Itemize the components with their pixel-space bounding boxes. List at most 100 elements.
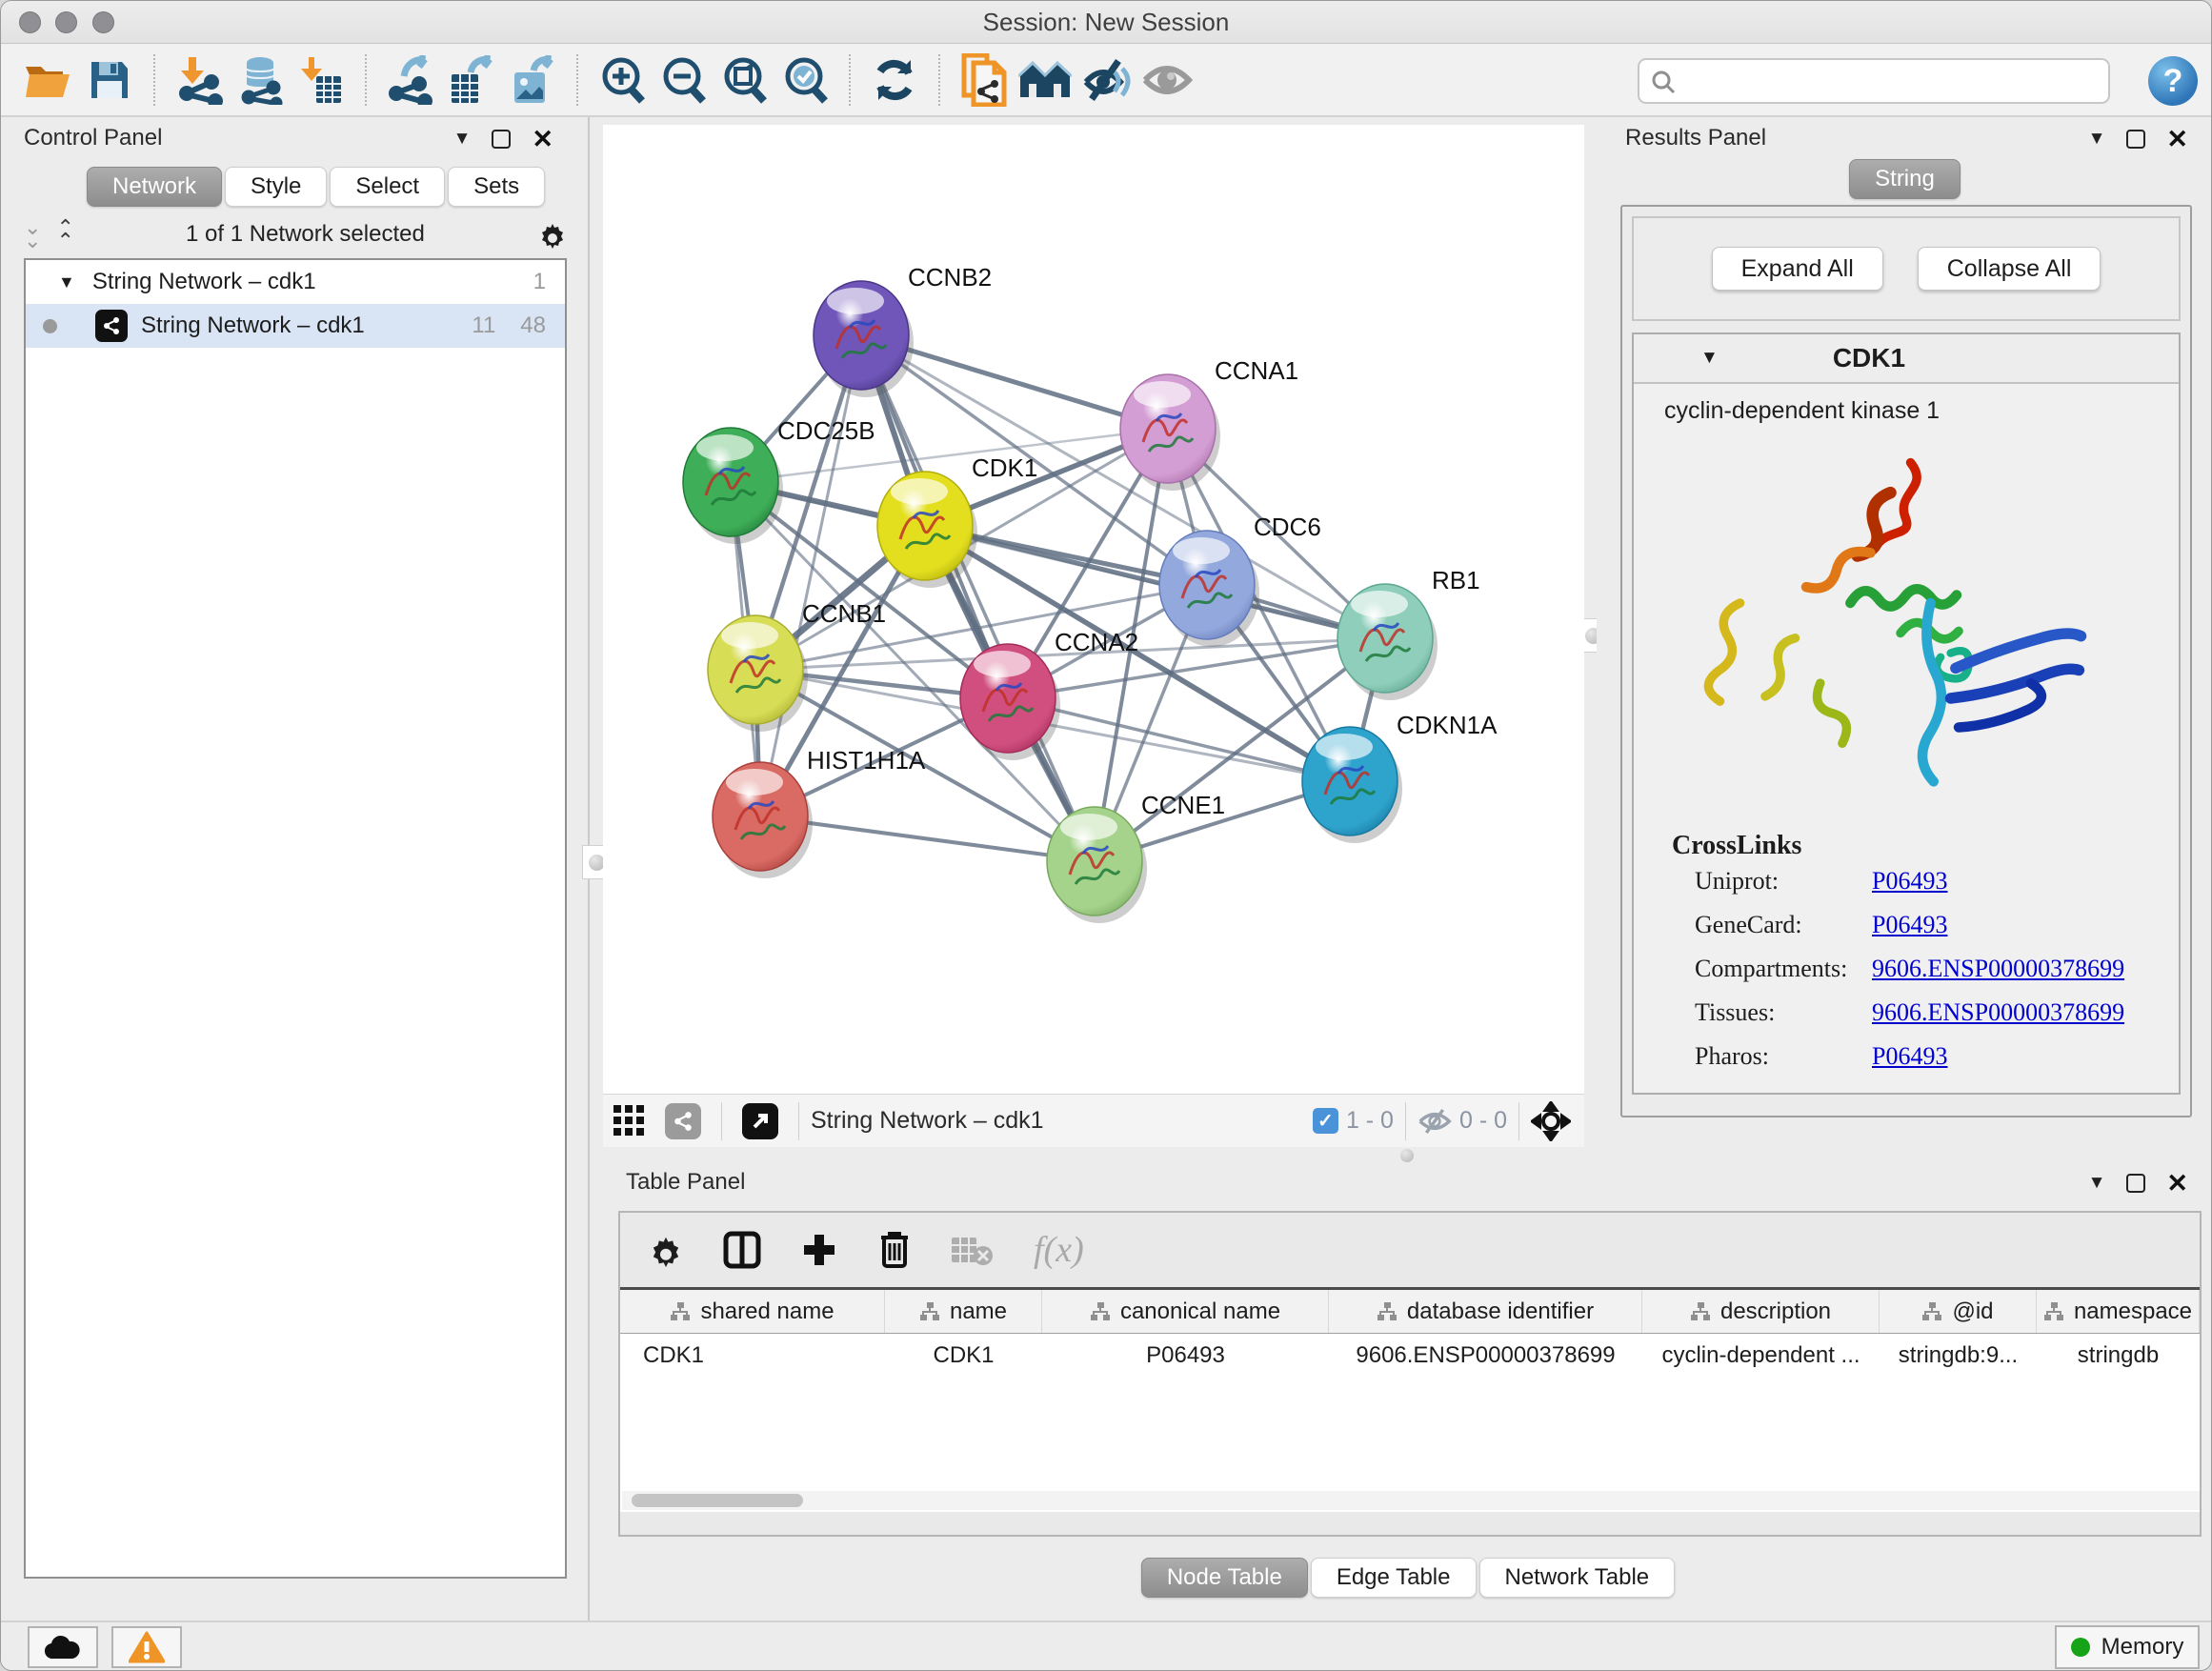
table-row[interactable]: CDK1CDK1P064939606.ENSP00000378699cyclin… — [620, 1334, 2200, 1378]
column-header-shared-name[interactable]: shared name — [620, 1290, 885, 1333]
node-CCNA1[interactable]: CCNA1 — [1120, 356, 1298, 491]
export-network-button[interactable] — [380, 50, 441, 111]
table-cell[interactable]: CDK1 — [620, 1334, 885, 1378]
network-collection-row[interactable]: ▼ String Network – cdk1 1 — [26, 260, 565, 304]
scrollbar-thumb[interactable] — [632, 1494, 803, 1507]
zoom-selected-button[interactable] — [774, 50, 835, 111]
tab-network[interactable]: Network — [87, 167, 222, 207]
panel-close-icon[interactable]: ✕ — [532, 130, 553, 149]
gear-icon[interactable] — [538, 220, 567, 249]
import-table-button[interactable] — [291, 50, 352, 111]
expand-all-icon[interactable]: ⌃⌃ — [56, 221, 71, 248]
warning-status-button[interactable] — [111, 1626, 182, 1668]
hidden-eye-icon[interactable] — [1418, 1108, 1452, 1135]
crosslink-link[interactable]: P06493 — [1872, 911, 1947, 939]
zoom-in-button[interactable] — [592, 50, 653, 111]
crosslink-link[interactable]: P06493 — [1872, 867, 1947, 896]
panel-float-icon[interactable] — [2126, 1174, 2145, 1193]
node-CDC6[interactable]: CDC6 — [1159, 513, 1321, 647]
column-header-canonical-name[interactable]: canonical name — [1042, 1290, 1329, 1333]
node-HIST1H1A[interactable]: HIST1H1A — [713, 746, 926, 878]
share-document-button[interactable] — [954, 50, 1015, 111]
help-button[interactable]: ? — [2148, 56, 2198, 106]
import-network-button[interactable] — [169, 50, 230, 111]
tab-select[interactable]: Select — [330, 167, 445, 207]
table-cell[interactable]: stringdb:9... — [1880, 1334, 2037, 1378]
collapse-all-button[interactable]: Collapse All — [1918, 247, 2101, 291]
zoom-fit-button[interactable] — [714, 50, 774, 111]
zoom-out-button[interactable] — [653, 50, 714, 111]
panel-close-icon[interactable]: ✕ — [2166, 1174, 2188, 1193]
column-header-description[interactable]: description — [1642, 1290, 1880, 1333]
external-link-icon — [742, 1103, 778, 1139]
tab-string[interactable]: String — [1849, 159, 1961, 199]
tree-expand-icon[interactable]: ▼ — [58, 272, 75, 292]
tab-network-table[interactable]: Network Table — [1479, 1558, 1676, 1598]
node-label-CCNA2: CCNA2 — [1055, 628, 1138, 656]
node-CDKN1A[interactable]: CDKN1A — [1302, 711, 1498, 843]
table-cell[interactable]: P06493 — [1042, 1334, 1329, 1378]
save-session-button[interactable] — [79, 50, 140, 111]
edge-CCNB2-CCNE1[interactable] — [861, 335, 1095, 861]
horizontal-splitter[interactable] — [1390, 1148, 1424, 1163]
gene-section-header[interactable]: ▼ CDK1 — [1634, 334, 2179, 384]
detach-view-button[interactable] — [734, 1091, 787, 1152]
tab-edge-table[interactable]: Edge Table — [1311, 1558, 1477, 1598]
node-CCNB2[interactable]: CCNB2 — [814, 263, 992, 397]
crosslink-link[interactable]: 9606.ENSP00000378699 — [1872, 998, 2124, 1027]
panel-float-icon[interactable] — [2126, 130, 2145, 149]
search-input[interactable] — [1683, 62, 2102, 100]
collection-label: String Network – cdk1 — [92, 269, 316, 295]
tab-sets[interactable]: Sets — [448, 167, 545, 207]
column-header-@id[interactable]: @id — [1880, 1290, 2037, 1333]
table-cell[interactable]: cyclin-dependent ... — [1642, 1334, 1880, 1378]
table-cell[interactable]: 9606.ENSP00000378699 — [1329, 1334, 1642, 1378]
network-row[interactable]: String Network – cdk1 11 48 — [26, 304, 565, 348]
section-collapse-icon[interactable]: ▼ — [1700, 348, 1719, 369]
pan-crosshair-icon[interactable] — [1531, 1101, 1571, 1141]
panel-collapse-icon[interactable]: ▼ — [2088, 1173, 2106, 1194]
export-image-button[interactable] — [502, 50, 563, 111]
node-label-RB1: RB1 — [1432, 566, 1480, 594]
tab-node-table[interactable]: Node Table — [1141, 1558, 1308, 1598]
show-eye-button[interactable] — [1136, 50, 1197, 111]
hide-unhide-button[interactable] — [1076, 50, 1136, 111]
column-header-namespace[interactable]: namespace — [2037, 1290, 2200, 1333]
import-database-button[interactable] — [230, 50, 291, 111]
collapse-all-icon[interactable]: ⌄⌄ — [24, 221, 39, 248]
panel-collapse-icon[interactable]: ▼ — [453, 129, 472, 150]
cloud-status-button[interactable] — [28, 1626, 98, 1668]
column-header-database-identifier[interactable]: database identifier — [1329, 1290, 1642, 1333]
tab-style[interactable]: Style — [225, 167, 327, 207]
selected-nodes-checkbox[interactable]: ✓ — [1313, 1108, 1338, 1134]
node-RB1[interactable]: RB1 — [1337, 566, 1480, 700]
panel-float-icon[interactable] — [492, 130, 511, 149]
grid-view-button[interactable] — [603, 1091, 656, 1152]
string-home-button[interactable] — [1015, 50, 1076, 111]
expand-all-button[interactable]: Expand All — [1712, 247, 1883, 291]
crosslink-link[interactable]: 9606.ENSP00000378699 — [1872, 955, 2124, 983]
network-graph[interactable]: CCNB2CCNA1CDC25BCDK1CDC6RB1CCNB1CCNA2CDK… — [603, 125, 1584, 1094]
panel-collapse-icon[interactable]: ▼ — [2088, 129, 2106, 150]
table-cell[interactable]: stringdb — [2037, 1334, 2200, 1378]
gear-icon[interactable] — [649, 1233, 683, 1267]
edge-CCNB2-HIST1H1A[interactable] — [760, 335, 861, 816]
node-CDC25B[interactable]: CDC25B — [683, 416, 875, 544]
delete-icon[interactable] — [877, 1230, 912, 1270]
export-table-button[interactable] — [441, 50, 502, 111]
column-label: database identifier — [1407, 1299, 1594, 1325]
add-icon[interactable] — [801, 1232, 837, 1268]
network-share-view-button[interactable] — [656, 1091, 710, 1152]
refresh-button[interactable] — [864, 50, 925, 111]
memory-button[interactable]: Memory — [2055, 1625, 2200, 1669]
node-CDK1[interactable]: CDK1 — [877, 453, 1037, 588]
zoom-in-icon — [598, 55, 646, 105]
open-session-button[interactable] — [18, 50, 79, 111]
column-header-name[interactable]: name — [885, 1290, 1042, 1333]
crosslink-link[interactable]: P06493 — [1872, 1042, 1947, 1071]
panel-close-icon[interactable]: ✕ — [2166, 130, 2188, 149]
select-columns-icon[interactable] — [723, 1231, 761, 1269]
table-horizontal-scrollbar[interactable] — [622, 1491, 2200, 1510]
table-cell[interactable]: CDK1 — [885, 1334, 1042, 1378]
network-canvas[interactable]: CCNB2CCNA1CDC25BCDK1CDC6RB1CCNB1CCNA2CDK… — [603, 125, 1584, 1094]
